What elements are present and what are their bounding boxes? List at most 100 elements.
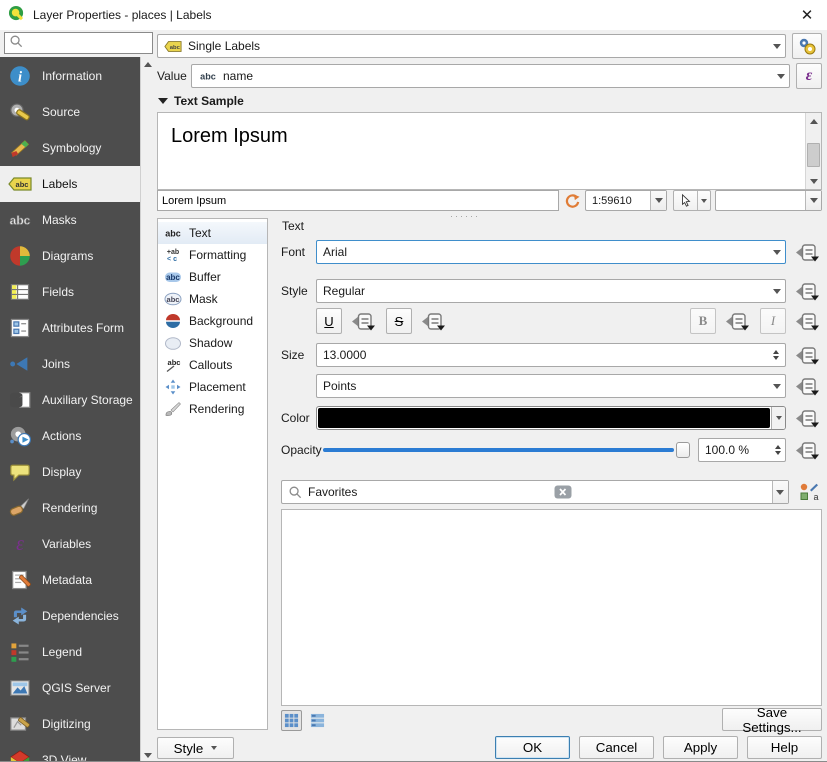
sidebar-item-attributes-form[interactable]: Attributes Form (0, 310, 140, 346)
size-unit-override-button[interactable] (792, 374, 822, 398)
style-filter-combo[interactable]: Favorites (281, 480, 789, 504)
info-icon: i (6, 64, 34, 88)
font-override-button[interactable] (792, 240, 822, 264)
strikeout-button[interactable]: S (386, 308, 412, 334)
sample-background-select[interactable] (715, 190, 822, 211)
icon-view-button[interactable] (281, 710, 302, 731)
chevron-down-icon[interactable] (650, 191, 666, 210)
scroll-down-icon[interactable] (806, 174, 821, 188)
search-input[interactable] (24, 36, 148, 50)
tab-placement[interactable]: Placement (158, 376, 267, 398)
sidebar-item-auxiliary-storage[interactable]: Auxiliary Storage (0, 382, 140, 418)
bold-override-button[interactable] (722, 309, 752, 333)
help-button[interactable]: Help (747, 736, 822, 759)
ok-button[interactable]: OK (495, 736, 570, 759)
clear-filter-icon[interactable] (554, 485, 572, 499)
sidebar-item-label: Actions (42, 429, 81, 443)
text-format-style-list[interactable] (281, 509, 822, 706)
sidebar-item-symbology[interactable]: Symbology (0, 130, 140, 166)
cancel-button[interactable]: Cancel (579, 736, 654, 759)
size-unit-select[interactable]: Points (316, 374, 786, 398)
sidebar-item-qgis-server[interactable]: QGIS Server (0, 670, 140, 706)
color-override-button[interactable] (792, 406, 822, 430)
sidebar-item-source[interactable]: Source (0, 94, 140, 130)
sidebar-item-variables[interactable]: ε Variables (0, 526, 140, 562)
text-sample-section-header[interactable]: Text Sample (158, 94, 244, 108)
tab-rendering[interactable]: Rendering (158, 398, 267, 420)
opacity-spinbox[interactable]: 100.0 % (698, 438, 786, 462)
value-field-select[interactable]: abc name (191, 64, 790, 88)
style-manager-button[interactable]: a (796, 480, 822, 504)
tab-shadow[interactable]: Shadow (158, 332, 267, 354)
scroll-up-icon[interactable] (806, 114, 821, 128)
sidebar-item-legend[interactable]: Legend (0, 634, 140, 670)
sidebar-item-metadata[interactable]: Metadata (0, 562, 140, 598)
tab-callouts[interactable]: abc Callouts (158, 354, 267, 376)
tab-text[interactable]: abc Text (158, 222, 267, 244)
tab-formatting[interactable]: +ab< c Formatting (158, 244, 267, 266)
sidebar-item-information[interactable]: i Information (0, 58, 140, 94)
scroll-up-icon[interactable] (141, 57, 153, 71)
sidebar-item-diagrams[interactable]: Diagrams (0, 238, 140, 274)
data-defined-override-icon (794, 376, 820, 397)
reset-sample-button[interactable] (563, 190, 581, 211)
tab-label: Text (189, 226, 211, 240)
font-style-select[interactable]: Regular (316, 279, 786, 303)
chevron-down-icon[interactable] (805, 191, 821, 210)
sidebar-item-3d-view[interactable]: 3D View (0, 742, 140, 762)
color-button[interactable] (316, 406, 786, 430)
label-mode-select[interactable]: abc Single Labels (157, 34, 786, 58)
list-view-button[interactable] (307, 710, 328, 731)
tab-buffer[interactable]: abc Buffer (158, 266, 267, 288)
map-settings-button[interactable] (673, 190, 711, 211)
preview-scale-select[interactable]: 1:59610 (585, 190, 667, 211)
bold-button[interactable]: B (690, 308, 716, 334)
chevron-down-icon[interactable] (771, 407, 785, 429)
sidebar-search[interactable] (4, 32, 153, 54)
automated-placement-settings-button[interactable] (792, 33, 822, 59)
scrollbar-thumb[interactable] (807, 143, 820, 167)
strikeout-override-button[interactable] (418, 309, 448, 333)
font-select[interactable]: Arial (316, 240, 786, 264)
preview-scrollbar[interactable] (805, 113, 821, 189)
masks-icon: abc (6, 208, 34, 232)
sidebar-item-digitizing[interactable]: Digitizing (0, 706, 140, 742)
chevron-down-icon[interactable] (772, 481, 788, 503)
sidebar-item-dependencies[interactable]: Dependencies (0, 598, 140, 634)
sample-text-input[interactable] (157, 190, 559, 211)
sidebar-item-joins[interactable]: Joins (0, 346, 140, 382)
size-override-button[interactable] (792, 343, 822, 367)
italic-button[interactable]: I (760, 308, 786, 334)
tab-mask[interactable]: abc Mask (158, 288, 267, 310)
close-icon[interactable]: ✕ (795, 6, 819, 24)
spin-arrows-icon[interactable] (773, 350, 781, 360)
splitter-handle[interactable]: ······ (440, 211, 490, 221)
italic-override-button[interactable] (792, 309, 822, 333)
sidebar-item-rendering[interactable]: Rendering (0, 490, 140, 526)
opacity-slider[interactable] (323, 440, 690, 460)
sample-text-field[interactable] (162, 195, 554, 207)
sidebar-item-fields[interactable]: Fields (0, 274, 140, 310)
chevron-down-icon[interactable] (697, 191, 710, 210)
tab-background[interactable]: Background (158, 310, 267, 332)
style-menu-button[interactable]: Style (157, 737, 234, 759)
save-settings-button[interactable]: Save Settings... (722, 708, 822, 731)
apply-button[interactable]: Apply (663, 736, 738, 759)
sidebar-item-display[interactable]: Display (0, 454, 140, 490)
sidebar-item-actions[interactable]: Actions (0, 418, 140, 454)
expression-builder-button[interactable]: ε (796, 63, 822, 89)
underline-button[interactable]: U (316, 308, 342, 334)
scroll-down-icon[interactable] (141, 748, 153, 762)
color-swatch[interactable] (318, 408, 770, 428)
underline-override-button[interactable] (348, 309, 378, 333)
style-override-button[interactable] (792, 279, 822, 303)
size-spinbox[interactable]: 13.0000 (316, 343, 786, 367)
sample-preview-text: Lorem Ipsum (171, 125, 288, 148)
opacity-override-button[interactable] (792, 438, 822, 462)
spin-arrows-icon[interactable] (775, 445, 783, 455)
sidebar-item-label: Attributes Form (42, 321, 124, 335)
sidebar-item-masks[interactable]: abc Masks (0, 202, 140, 238)
sidebar-item-labels[interactable]: abc Labels (0, 166, 140, 202)
slider-handle[interactable] (676, 442, 690, 458)
sidebar-scrollbar[interactable] (140, 57, 153, 762)
